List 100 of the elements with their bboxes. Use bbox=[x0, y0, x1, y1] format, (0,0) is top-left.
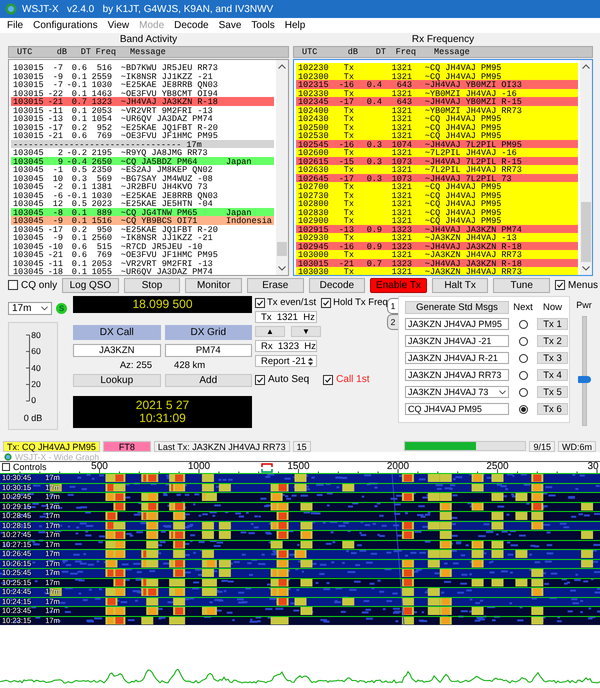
menu-item[interactable]: Help bbox=[280, 20, 310, 31]
highlighted-decode-row[interactable]: 103045 -8 0.1 889 ~CQ JG4TNW PM65 Japan bbox=[11, 208, 274, 216]
decode-row[interactable]: 103015 -13 0.1 1054 ~UR6QV JA3DAZ PM74 bbox=[11, 114, 274, 122]
tx-button[interactable]: Tx 6 bbox=[537, 403, 568, 415]
cq-only-label[interactable]: CQ only bbox=[21, 280, 58, 290]
radio-button[interactable] bbox=[518, 336, 528, 346]
up-button[interactable]: ▲ bbox=[255, 326, 285, 337]
message-combo[interactable]: JA3KZN JH4VAJ 73 bbox=[405, 386, 509, 398]
decode-row[interactable]: 103045 -11 0.1 2053 ~VR2VRT 9M2FRI -13 bbox=[11, 258, 274, 267]
highlighted-decode-row[interactable]: 102530 Tx 1321 ~CQ JH4VAJ PM95 bbox=[296, 131, 578, 140]
scrollbar[interactable] bbox=[276, 60, 288, 275]
radio-button[interactable] bbox=[518, 354, 528, 362]
generate-std-msgs-button[interactable]: Generate Std Msgs bbox=[405, 300, 509, 314]
decode-row[interactable]: 103015 -7 -0.1 1030 ~E25KAE JE8RRB QN03 bbox=[11, 80, 274, 88]
tx-button[interactable]: Tx 4 bbox=[537, 369, 568, 381]
tab[interactable]: 2 bbox=[387, 314, 398, 330]
scroll-down-icon[interactable] bbox=[582, 266, 590, 271]
highlighted-decode-row[interactable]: 103045 -9 0.1 1516 ~CQ YB9BCS OI71 Indonesia bbox=[11, 216, 274, 224]
down-button[interactable]: ▼ bbox=[291, 326, 321, 337]
radio-button[interactable] bbox=[518, 370, 528, 380]
rx-frequency-spinbox[interactable]: Rx 1323 Hz bbox=[255, 340, 317, 352]
decode-row[interactable]: 103015 -22 0.1 1463 ~OE3FVU YB8CMT OI94 bbox=[11, 88, 274, 97]
scrollbar-thumb[interactable] bbox=[277, 242, 287, 256]
toolbar-button[interactable]: Tune bbox=[493, 278, 550, 292]
decode-row[interactable]: 103015 -21 0.6 769 ~OE3FVU JF1HMC PM95 bbox=[11, 131, 274, 140]
decode-row[interactable]: 103015 -9 0.1 2559 ~IK8NSR JJ1KZZ -21 bbox=[11, 72, 274, 80]
lookup-button[interactable]: Lookup bbox=[73, 374, 160, 387]
radio-button[interactable] bbox=[518, 320, 528, 328]
decode-row[interactable]: 103045 12 0.5 2023 ~E25KAE JE5HTN -04 bbox=[11, 199, 274, 208]
decode-row[interactable]: 103045 -2 0.1 1381 ~JR2BFU JH4KVO 73 bbox=[11, 182, 274, 190]
menu-item[interactable]: Configurations bbox=[28, 20, 103, 31]
checkbox[interactable] bbox=[555, 280, 565, 290]
decode-row[interactable]: 103045 -10 0.6 515 ~R7CD JR5JEU -10 bbox=[11, 242, 274, 250]
decode-row[interactable]: 103045 -1 0.5 2350 ~ES2AJ JM8KEP QN02 bbox=[11, 165, 274, 174]
decode-row[interactable]: 103045 -21 0.6 769 ~OE3FVU JF1HMC PM95 bbox=[11, 250, 274, 258]
auto-seq-label[interactable]: Auto Seq bbox=[268, 374, 310, 385]
checkbox[interactable] bbox=[8, 280, 18, 290]
tx-button[interactable]: Tx 5 bbox=[537, 386, 568, 398]
decode-row[interactable]: 103045 -9 0.1 2560 ~IK8NSR JJ1KZZ -21 bbox=[11, 233, 274, 242]
highlighted-decode-row[interactable]: 102430 Tx 1321 ~CQ JH4VAJ PM95 bbox=[296, 114, 578, 122]
checkbox[interactable] bbox=[255, 298, 265, 308]
decode-row[interactable]: 103045 -17 0.2 950 ~E25KAE JQ1FBT R-20 bbox=[11, 224, 274, 233]
tx-button[interactable]: Tx 1 bbox=[537, 318, 568, 330]
highlighted-decode-row[interactable]: 103015 -21 0.7 1323 ~JH4VAJ JA3KZN R-18 bbox=[11, 97, 274, 106]
dx-call-field[interactable]: JA3KZN bbox=[73, 344, 160, 357]
scroll-down-icon[interactable] bbox=[278, 266, 286, 271]
menu-item[interactable]: Save bbox=[214, 20, 246, 31]
highlighted-decode-row[interactable]: 103000 Tx 1321 ~JA3KZN JH4VAJ RR73 bbox=[296, 250, 578, 258]
toolbar-button[interactable]: Enable Tx bbox=[370, 278, 427, 292]
toolbar-button[interactable]: Stop bbox=[124, 278, 180, 292]
highlighted-decode-row[interactable]: 102230 Tx 1321 ~CQ JH4VAJ PM95 bbox=[296, 63, 578, 72]
highlighted-decode-row[interactable]: 102900 Tx 1321 ~CQ JH4VAJ PM95 bbox=[296, 216, 578, 224]
checkbox[interactable] bbox=[255, 374, 265, 384]
decode-row[interactable]: 103015 -17 0.2 952 ~E25KAE JQ1FBT R-20 bbox=[11, 122, 274, 131]
add-button[interactable]: Add bbox=[164, 374, 252, 387]
controls-label[interactable]: Controls bbox=[13, 462, 47, 472]
frequency-marker-icon[interactable] bbox=[261, 463, 273, 473]
menu-item[interactable]: Decode bbox=[169, 20, 214, 31]
band-combo[interactable]: 17m bbox=[8, 302, 52, 315]
scroll-up-icon[interactable] bbox=[278, 64, 286, 69]
menu-item[interactable]: Tools bbox=[246, 20, 280, 31]
decode-row[interactable]: 103045 2 -0.2 2195 ~R9YQ JA8JMG RR73 bbox=[11, 148, 274, 156]
message-field[interactable]: JA3KZN JH4VAJ RR73 bbox=[405, 369, 509, 381]
highlighted-decode-row[interactable]: 102930 Tx 1321 ~JA3KZN JH4VAJ -13 bbox=[296, 233, 578, 242]
hold-tx-freq-label[interactable]: Hold Tx Freq bbox=[333, 297, 388, 308]
toolbar-button[interactable]: Monitor bbox=[185, 278, 242, 292]
menus-label[interactable]: Menus bbox=[568, 280, 598, 290]
toolbar-button[interactable]: Erase bbox=[246, 278, 304, 292]
spin-arrows-icon[interactable] bbox=[307, 356, 314, 366]
highlighted-decode-row[interactable]: 102315 -16 0.4 643 ~JH4VAJ YB0MZI OI33 bbox=[296, 80, 578, 88]
toolbar-button[interactable]: Halt Tx bbox=[432, 278, 488, 292]
message-field[interactable]: JA3KZN JH4VAJ PM95 bbox=[405, 318, 509, 330]
highlighted-decode-row[interactable]: 103030 Tx 1321 ~JA3KZN JH4VAJ RR73 bbox=[296, 267, 578, 275]
checkbox[interactable] bbox=[323, 374, 334, 384]
toolbar-button[interactable]: Log QSO bbox=[62, 278, 119, 292]
highlighted-decode-row[interactable]: 102700 Tx 1321 ~CQ JH4VAJ PM95 bbox=[296, 182, 578, 190]
highlighted-decode-row[interactable]: 102630 Tx 1321 ~7L2PIL JH4VAJ RR73 bbox=[296, 165, 578, 174]
scroll-up-icon[interactable] bbox=[582, 64, 590, 69]
decode-row[interactable]: 103045 10 0.3 569 ~BG7SAY JM4WUZ -08 bbox=[11, 174, 274, 182]
dx-grid-field[interactable]: PM74 bbox=[164, 344, 252, 357]
tx-button[interactable]: Tx 2 bbox=[537, 335, 568, 347]
tx-even-label[interactable]: Tx even/1st bbox=[267, 297, 316, 308]
message-field[interactable]: JA3KZN JH4VAJ R-21 bbox=[405, 352, 509, 364]
radio-button[interactable] bbox=[518, 388, 528, 396]
scrollbar[interactable] bbox=[580, 60, 592, 275]
report-spinbox[interactable]: Report -21 bbox=[255, 355, 317, 367]
tab[interactable]: 1 bbox=[387, 298, 398, 314]
radio-button[interactable] bbox=[518, 404, 528, 414]
tx-frequency-spinbox[interactable]: Tx 1321 Hz bbox=[255, 311, 317, 323]
checkbox[interactable] bbox=[2, 463, 10, 471]
highlighted-decode-row[interactable]: 102600 Tx 1321 ~7L2PIL JH4VAJ -16 bbox=[296, 148, 578, 156]
highlighted-decode-row[interactable]: 102345 -17 0.4 643 ~JH4VAJ YB0MZI R-15 bbox=[296, 97, 578, 106]
toolbar-button[interactable]: Decode bbox=[308, 278, 366, 292]
menu-item[interactable]: View bbox=[102, 20, 134, 31]
decode-row[interactable]: 103015 -7 0.6 516 ~BD7KWU JR5JEU RR73 bbox=[11, 63, 274, 72]
message-field[interactable]: CQ JH4VAJ PM95 bbox=[405, 403, 509, 415]
decode-row[interactable]: 103045 -6 -0.1 1030 ~E25KAE JE8RRB QN03 bbox=[11, 190, 274, 199]
decode-row[interactable]: 103015 -11 0.1 2053 ~VR2VRT 9M2FRI -13 bbox=[11, 106, 274, 114]
highlighted-decode-row[interactable]: 102800 Tx 1321 ~CQ JH4VAJ PM95 bbox=[296, 199, 578, 208]
slider-thumb[interactable] bbox=[578, 376, 590, 383]
